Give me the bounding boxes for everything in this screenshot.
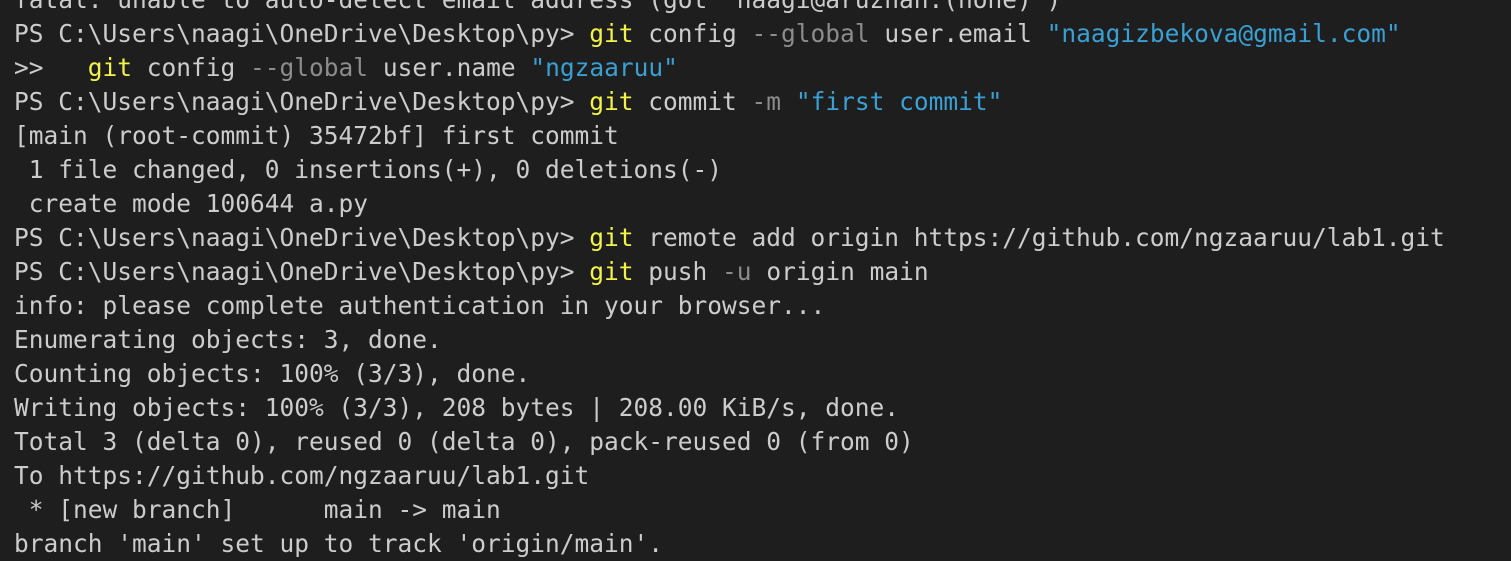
- terminal-window[interactable]: fatal: unable to auto-detect email addre…: [0, 0, 1511, 561]
- text-token: fatal: unable to auto-detect email addre…: [14, 0, 1061, 14]
- text-token: * [new branch] main -> main: [14, 495, 501, 524]
- text-token: commit: [633, 87, 752, 116]
- text-token: create mode 100644 a.py: [14, 189, 369, 218]
- text-token: info: please complete authentication in …: [14, 291, 826, 320]
- text-token: PS C:\Users\naagi\OneDrive\Desktop\py>: [14, 87, 590, 116]
- parameter-token: --global: [250, 53, 369, 82]
- terminal-line: To https://github.com/ngzaaruu/lab1.git: [14, 459, 1511, 493]
- terminal-line: PS C:\Users\naagi\OneDrive\Desktop\py> g…: [14, 255, 1511, 289]
- terminal-line: Counting objects: 100% (3/3), done.: [14, 357, 1511, 391]
- terminal-line: >> git config --global user.name "ngzaar…: [14, 51, 1511, 85]
- string-token: "naagizbekova@gmail.com": [1046, 19, 1401, 48]
- text-token: branch 'main' set up to track 'origin/ma…: [14, 529, 664, 558]
- terminal-line: 1 file changed, 0 insertions(+), 0 delet…: [14, 153, 1511, 187]
- command-token: git: [589, 223, 634, 252]
- text-token: user.name: [368, 53, 531, 82]
- terminal-line: [main (root-commit) 35472bf] first commi…: [14, 119, 1511, 153]
- terminal-line: * [new branch] main -> main: [14, 493, 1511, 527]
- string-token: "ngzaaruu": [530, 53, 678, 82]
- command-token: git: [589, 257, 634, 286]
- text-token: origin main: [751, 257, 929, 286]
- text-token: remote add origin https://github.com/ngz…: [633, 223, 1445, 252]
- terminal-line: branch 'main' set up to track 'origin/ma…: [14, 527, 1511, 561]
- terminal-line: PS C:\Users\naagi\OneDrive\Desktop\py> g…: [14, 85, 1511, 119]
- text-token: config: [132, 53, 251, 82]
- terminal-line: fatal: unable to auto-detect email addre…: [14, 0, 1511, 17]
- text-token: Total 3 (delta 0), reused 0 (delta 0), p…: [14, 427, 914, 456]
- terminal-line: Writing objects: 100% (3/3), 208 bytes |…: [14, 391, 1511, 425]
- terminal-output: fatal: unable to auto-detect email addre…: [14, 0, 1511, 561]
- text-token: To https://github.com/ngzaaruu/lab1.git: [14, 461, 590, 490]
- text-token: Counting objects: 100% (3/3), done.: [14, 359, 531, 388]
- text-token: config: [633, 19, 752, 48]
- parameter-token: --global: [751, 19, 870, 48]
- terminal-line: Enumerating objects: 3, done.: [14, 323, 1511, 357]
- text-token: 1 file changed, 0 insertions(+), 0 delet…: [14, 155, 723, 184]
- command-token: git: [87, 53, 133, 82]
- text-token: PS C:\Users\naagi\OneDrive\Desktop\py>: [14, 223, 590, 252]
- text-token: PS C:\Users\naagi\OneDrive\Desktop\py>: [14, 19, 590, 48]
- terminal-line: PS C:\Users\naagi\OneDrive\Desktop\py> g…: [14, 17, 1511, 51]
- parameter-token: -u: [722, 257, 752, 286]
- string-token: "first commit": [795, 87, 1003, 116]
- command-token: git: [589, 87, 634, 116]
- terminal-line: info: please complete authentication in …: [14, 289, 1511, 323]
- terminal-line: Total 3 (delta 0), reused 0 (delta 0), p…: [14, 425, 1511, 459]
- parameter-token: -m: [751, 87, 782, 116]
- text-token: user.email: [869, 19, 1047, 48]
- terminal-line: create mode 100644 a.py: [14, 187, 1511, 221]
- text-token: push: [633, 257, 723, 286]
- terminal-line: PS C:\Users\naagi\OneDrive\Desktop\py> g…: [14, 221, 1511, 255]
- text-token: PS C:\Users\naagi\OneDrive\Desktop\py>: [14, 257, 590, 286]
- text-token: Writing objects: 100% (3/3), 208 bytes |…: [14, 393, 900, 422]
- text-token: >>: [14, 53, 88, 82]
- text-token: Enumerating objects: 3, done.: [14, 325, 442, 354]
- text-token: [main (root-commit) 35472bf] first commi…: [14, 121, 619, 150]
- command-token: git: [589, 19, 634, 48]
